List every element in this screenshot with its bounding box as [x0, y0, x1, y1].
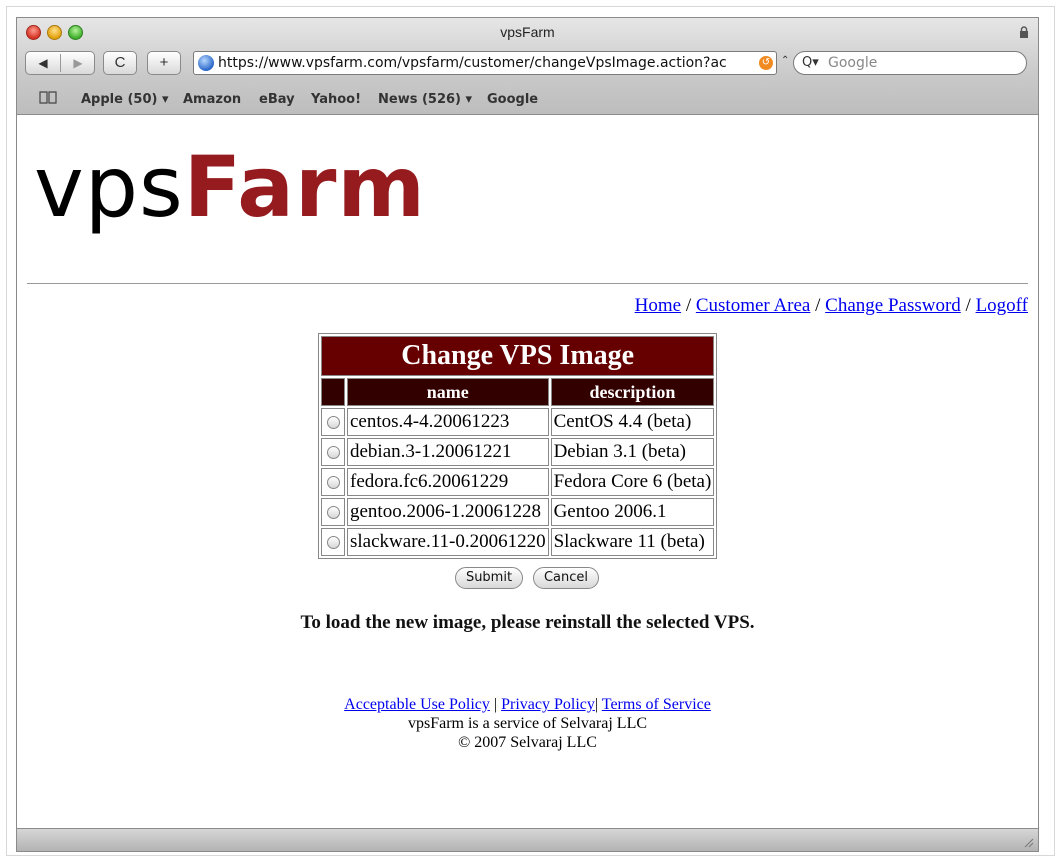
column-header-select [321, 378, 345, 406]
image-radio-button[interactable] [326, 506, 340, 520]
image-name-cell: slackware.11-0.20061220 [347, 528, 549, 556]
window-title: vpsFarm [500, 24, 555, 40]
copyright: © 2007 Selvaraj LLC [458, 734, 597, 751]
footer-links: Acceptable Use Policy | Privacy Policy| … [17, 695, 1038, 714]
url-text[interactable]: https://www.vpsfarm.com/vpsfarm/customer… [218, 54, 754, 72]
bookmark-ebay[interactable]: eBay [259, 92, 295, 107]
image-name-cell: debian.3-1.20061221 [347, 438, 549, 466]
vpsfarm-logo: vpsFarm [34, 137, 426, 237]
address-bar[interactable]: https://www.vpsfarm.com/vpsfarm/customer… [193, 51, 777, 75]
reload-icon: C [114, 54, 126, 71]
page-footer: Acceptable Use Policy | Privacy Policy| … [17, 695, 1038, 752]
bookmarks-bar: Apple (50) ▾ Amazon eBay Yahoo! News (52… [17, 89, 1038, 109]
book-icon[interactable] [39, 91, 57, 104]
forward-arrow-icon[interactable]: ▶ [61, 52, 95, 74]
top-nav: Home / Customer Area / Change Password /… [635, 295, 1028, 317]
table-row: centos.4-4.20061223 CentOS 4.4 (beta) [321, 408, 715, 436]
submit-button[interactable]: Submit [455, 567, 523, 589]
column-header-description: description [550, 378, 715, 406]
image-description-cell: Debian 3.1 (beta) [550, 438, 715, 466]
privacy-policy-link[interactable]: Privacy Policy [501, 696, 595, 713]
add-bookmark-button[interactable]: + [147, 51, 181, 75]
search-field[interactable]: Q▾ Google [793, 51, 1027, 75]
bookmark-yahoo[interactable]: Yahoo! [311, 92, 361, 107]
image-radio-button[interactable] [326, 446, 340, 460]
bookmark-amazon[interactable]: Amazon [183, 92, 241, 107]
table-row: fedora.fc6.20061229 Fedora Core 6 (beta) [321, 468, 715, 496]
resize-grip-icon[interactable] [1022, 836, 1034, 848]
nav-separator: / [681, 295, 696, 316]
vps-image-table: Change VPS Image name description centos… [318, 333, 718, 559]
search-icon[interactable]: Q▾ [802, 55, 819, 70]
image-radio-button[interactable] [326, 536, 340, 550]
acceptable-use-policy-link[interactable]: Acceptable Use Policy [344, 696, 490, 713]
image-name-cell: centos.4-4.20061223 [347, 408, 549, 436]
service-line: vpsFarm is a service of Selvaraj LLC [407, 715, 648, 732]
image-radio-button[interactable] [326, 416, 340, 430]
nav-change-password-link[interactable]: Change Password [825, 295, 961, 316]
reload-button[interactable]: C [103, 51, 137, 75]
title-bar: vpsFarm ◀ ▶ C + https://www.vpsfarm.com/… [17, 18, 1038, 115]
nav-logoff-link[interactable]: Logoff [976, 295, 1028, 316]
cancel-button[interactable]: Cancel [533, 567, 599, 589]
image-name-cell: fedora.fc6.20061229 [347, 468, 549, 496]
nav-home-link[interactable]: Home [635, 295, 681, 316]
nav-customer-area-link[interactable]: Customer Area [696, 295, 811, 316]
logo-text-vps: vps [34, 138, 184, 236]
back-arrow-icon[interactable]: ◀ [26, 52, 60, 74]
logo-text-farm: Farm [183, 138, 426, 236]
lock-icon [1020, 26, 1028, 38]
footer-separator: | [594, 696, 602, 713]
status-bar [17, 828, 1038, 851]
terms-of-service-link[interactable]: Terms of Service [602, 696, 711, 713]
bookmark-news[interactable]: News (526) ▾ [378, 92, 472, 107]
globe-icon [198, 55, 214, 71]
table-row: debian.3-1.20061221 Debian 3.1 (beta) [321, 438, 715, 466]
plus-icon: + [159, 54, 169, 71]
bookmark-apple[interactable]: Apple (50) ▾ [81, 92, 169, 107]
image-description-cell: CentOS 4.4 (beta) [550, 408, 715, 436]
image-description-cell: Fedora Core 6 (beta) [550, 468, 715, 496]
image-description-cell: Slackware 11 (beta) [550, 528, 715, 556]
url-history-chevron-icon[interactable]: ⌃ [781, 55, 789, 66]
nav-separator: / [960, 295, 976, 316]
image-radio-button[interactable] [326, 476, 340, 490]
bookmark-google[interactable]: Google [487, 92, 538, 107]
table-caption: Change VPS Image [321, 336, 715, 376]
snapback-icon[interactable]: ↺ [759, 56, 773, 70]
search-placeholder: Google [828, 55, 878, 71]
image-description-cell: Gentoo 2006.1 [550, 498, 715, 526]
image-name-cell: gentoo.2006-1.20061228 [347, 498, 549, 526]
column-header-name: name [347, 378, 549, 406]
header-divider [27, 283, 1028, 284]
browser-window: vpsFarm ◀ ▶ C + https://www.vpsfarm.com/… [16, 17, 1039, 852]
page-content: vpsFarm Home / Customer Area / Change Pa… [17, 115, 1038, 828]
footer-separator: | [489, 696, 502, 713]
nav-separator: / [810, 295, 826, 316]
table-row: gentoo.2006-1.20061228 Gentoo 2006.1 [321, 498, 715, 526]
table-row: slackware.11-0.20061220 Slackware 11 (be… [321, 528, 715, 556]
back-forward-button[interactable]: ◀ ▶ [25, 51, 95, 75]
reinstall-notice: To load the new image, please reinstall … [300, 612, 755, 633]
